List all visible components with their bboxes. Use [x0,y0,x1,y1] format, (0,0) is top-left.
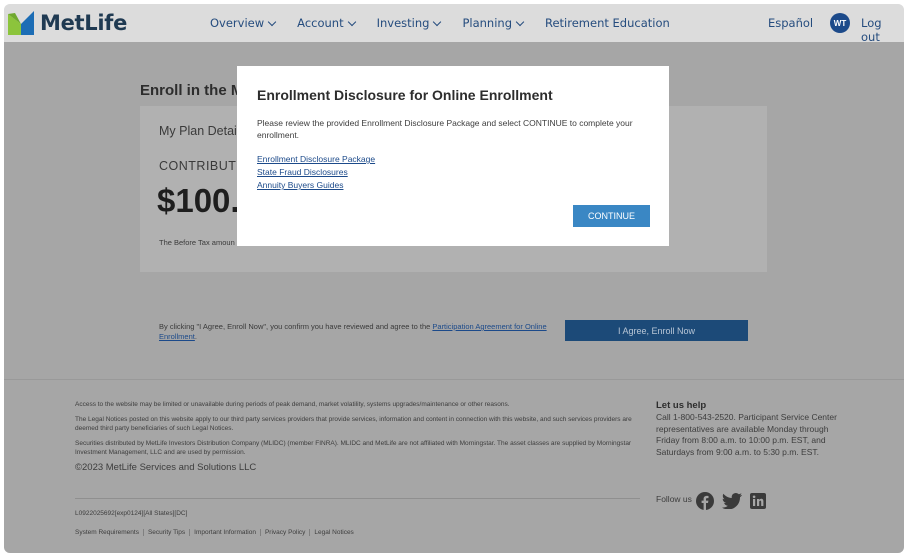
nav-retirement-education[interactable]: Retirement Education [545,16,670,30]
language-toggle[interactable]: Español [768,16,813,30]
metlife-logo[interactable]: MetLife [8,10,127,36]
continue-button[interactable]: CONTINUE [573,205,650,227]
facebook-icon[interactable] [695,492,714,510]
nav-investing-label: Investing [376,16,430,30]
chevron-down-icon [433,17,442,26]
footer-code: L0922025692[exp0124][All States][DC] [75,510,188,517]
nav-overview-label: Overview [210,16,265,30]
agreement-text: By clicking "I Agree, Enroll Now", you c… [159,322,554,342]
nav-overview[interactable]: Overview [210,16,277,30]
nav-account[interactable]: Account [297,16,356,30]
nav-account-label: Account [297,16,344,30]
chevron-down-icon [515,17,525,26]
enrollment-disclosure-modal: Enrollment Disclosure for Online Enrollm… [237,66,669,246]
state-fraud-disclosures-link[interactable]: State Fraud Disclosures [257,167,348,177]
avatar[interactable]: WT [830,13,850,33]
footer-link-legal-notices[interactable]: Legal Notices [309,529,357,536]
follow-label: Follow us [656,494,692,504]
nav-planning-label: Planning [462,16,512,30]
chevron-down-icon [267,17,277,26]
footer-links: System Requirements Security Tips Import… [75,529,358,536]
logout-link[interactable]: Log out [861,16,904,44]
footer-link-important-information[interactable]: Important Information [189,529,260,536]
chevron-down-icon [347,17,356,26]
help-section: Let us help Call 1-800-543-2520. Partici… [656,400,841,458]
enroll-now-button[interactable]: I Agree, Enroll Now [565,320,748,341]
footer-notice: Access to the website may be limited or … [75,401,510,408]
modal-title: Enrollment Disclosure for Online Enrollm… [257,87,553,103]
main-nav: Overview Account Investing Planning Reti… [210,4,692,42]
nav-retirement-education-label: Retirement Education [545,16,670,30]
annuity-buyers-guides-link[interactable]: Annuity Buyers Guides [257,180,343,190]
footer-notice: Securities distributed by MetLife Invest… [75,439,632,457]
copyright: ©2023 MetLife Services and Solutions LLC [75,461,257,473]
footer-link-system-requirements[interactable]: System Requirements [75,529,143,536]
modal-body: Please review the provided Enrollment Di… [257,118,633,140]
before-tax-note: The Before Tax amoun [159,238,235,247]
enrollment-disclosure-package-link[interactable]: Enrollment Disclosure Package [257,154,375,164]
footer-divider [75,498,640,499]
contribution-amount: $100. [157,182,240,219]
nav-planning[interactable]: Planning [462,16,525,30]
footer-link-security-tips[interactable]: Security Tips [142,529,189,536]
agreement-text-body: By clicking "I Agree, Enroll Now", you c… [159,322,433,331]
metlife-logo-icon [8,11,34,35]
help-title: Let us help [656,400,707,411]
logo-text: MetLife [40,11,128,35]
twitter-icon[interactable] [721,493,742,509]
site-footer: Access to the website may be limited or … [4,379,904,553]
footer-notices: Access to the website may be limited or … [75,400,640,477]
nav-investing[interactable]: Investing [376,16,442,30]
linkedin-icon[interactable] [749,493,766,509]
page-title: Enroll in the M [140,82,244,99]
agreement-text-end: . [194,332,197,341]
site-header: MetLife Overview Account Investing Plann… [4,4,904,44]
footer-link-privacy-policy[interactable]: Privacy Policy [259,529,309,536]
follow-us: Follow us [656,492,774,510]
plan-details-heading: My Plan Details [159,124,246,138]
footer-notice: The Legal Notices posted on this website… [75,415,632,433]
help-body: Call 1-800-543-2520. Participant Service… [656,412,837,457]
browser-frame: MetLife Overview Account Investing Plann… [4,4,904,553]
